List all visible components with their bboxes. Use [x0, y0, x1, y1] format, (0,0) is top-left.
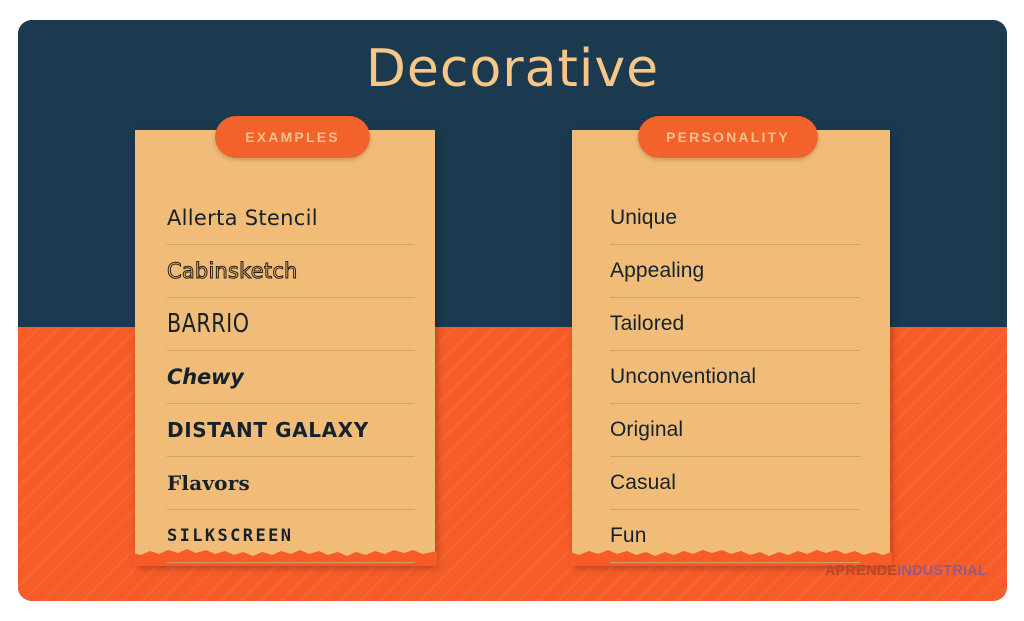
list-item[interactable]: Fun: [610, 510, 860, 563]
example-label: Flavors: [167, 471, 250, 495]
personality-label: Unconventional: [610, 365, 757, 388]
example-label: BARRIO: [167, 309, 250, 339]
example-label: Cabinsketch: [167, 259, 298, 283]
example-label: SILKSCREEN: [167, 526, 294, 546]
example-label: Chewy: [167, 365, 244, 389]
personality-label: Tailored: [610, 312, 685, 335]
list-item[interactable]: DISTANT GALAXY: [167, 404, 415, 457]
list-item[interactable]: Cabinsketch: [167, 245, 415, 298]
watermark-aprende: APRENDE: [824, 563, 898, 579]
list-item[interactable]: SILKSCREEN: [167, 510, 415, 563]
list-item[interactable]: BARRIO: [167, 298, 415, 351]
personality-list: Unique Appealing Tailored Unconventional…: [610, 192, 860, 563]
examples-badge-label: EXAMPLES: [245, 129, 340, 145]
list-item[interactable]: Allerta Stencil: [167, 192, 415, 245]
example-label: Allerta Stencil: [167, 206, 318, 230]
list-item[interactable]: Original: [610, 404, 860, 457]
personality-label: Unique: [610, 206, 678, 229]
list-item[interactable]: Unconventional: [610, 351, 860, 404]
personality-label: Fun: [610, 524, 647, 547]
list-item[interactable]: Casual: [610, 457, 860, 510]
personality-label: Original: [610, 418, 684, 441]
list-item[interactable]: Tailored: [610, 298, 860, 351]
personality-badge-label: PERSONALITY: [666, 129, 790, 145]
page-title: Decorative: [365, 39, 660, 99]
personality-label: Appealing: [610, 259, 705, 282]
list-item[interactable]: Unique: [610, 192, 860, 245]
personality-badge[interactable]: PERSONALITY: [638, 116, 818, 158]
examples-badge[interactable]: EXAMPLES: [215, 116, 370, 158]
personality-label: Casual: [610, 471, 676, 494]
examples-card: Allerta Stencil Cabinsketch BARRIO Chewy…: [133, 130, 437, 566]
example-label: DISTANT GALAXY: [167, 418, 369, 442]
infographic-canvas: Decorative Allerta Stencil Cabinsketch B…: [18, 20, 1007, 601]
watermark-logo: APRENDEINDUSTRIAL: [825, 563, 987, 579]
personality-card: Unique Appealing Tailored Unconventional…: [570, 130, 892, 566]
watermark-industrial: INDUSTRIAL: [897, 563, 987, 579]
examples-list: Allerta Stencil Cabinsketch BARRIO Chewy…: [167, 192, 415, 563]
list-item[interactable]: Chewy: [167, 351, 415, 404]
list-item[interactable]: Appealing: [610, 245, 860, 298]
list-item[interactable]: Flavors: [167, 457, 415, 510]
